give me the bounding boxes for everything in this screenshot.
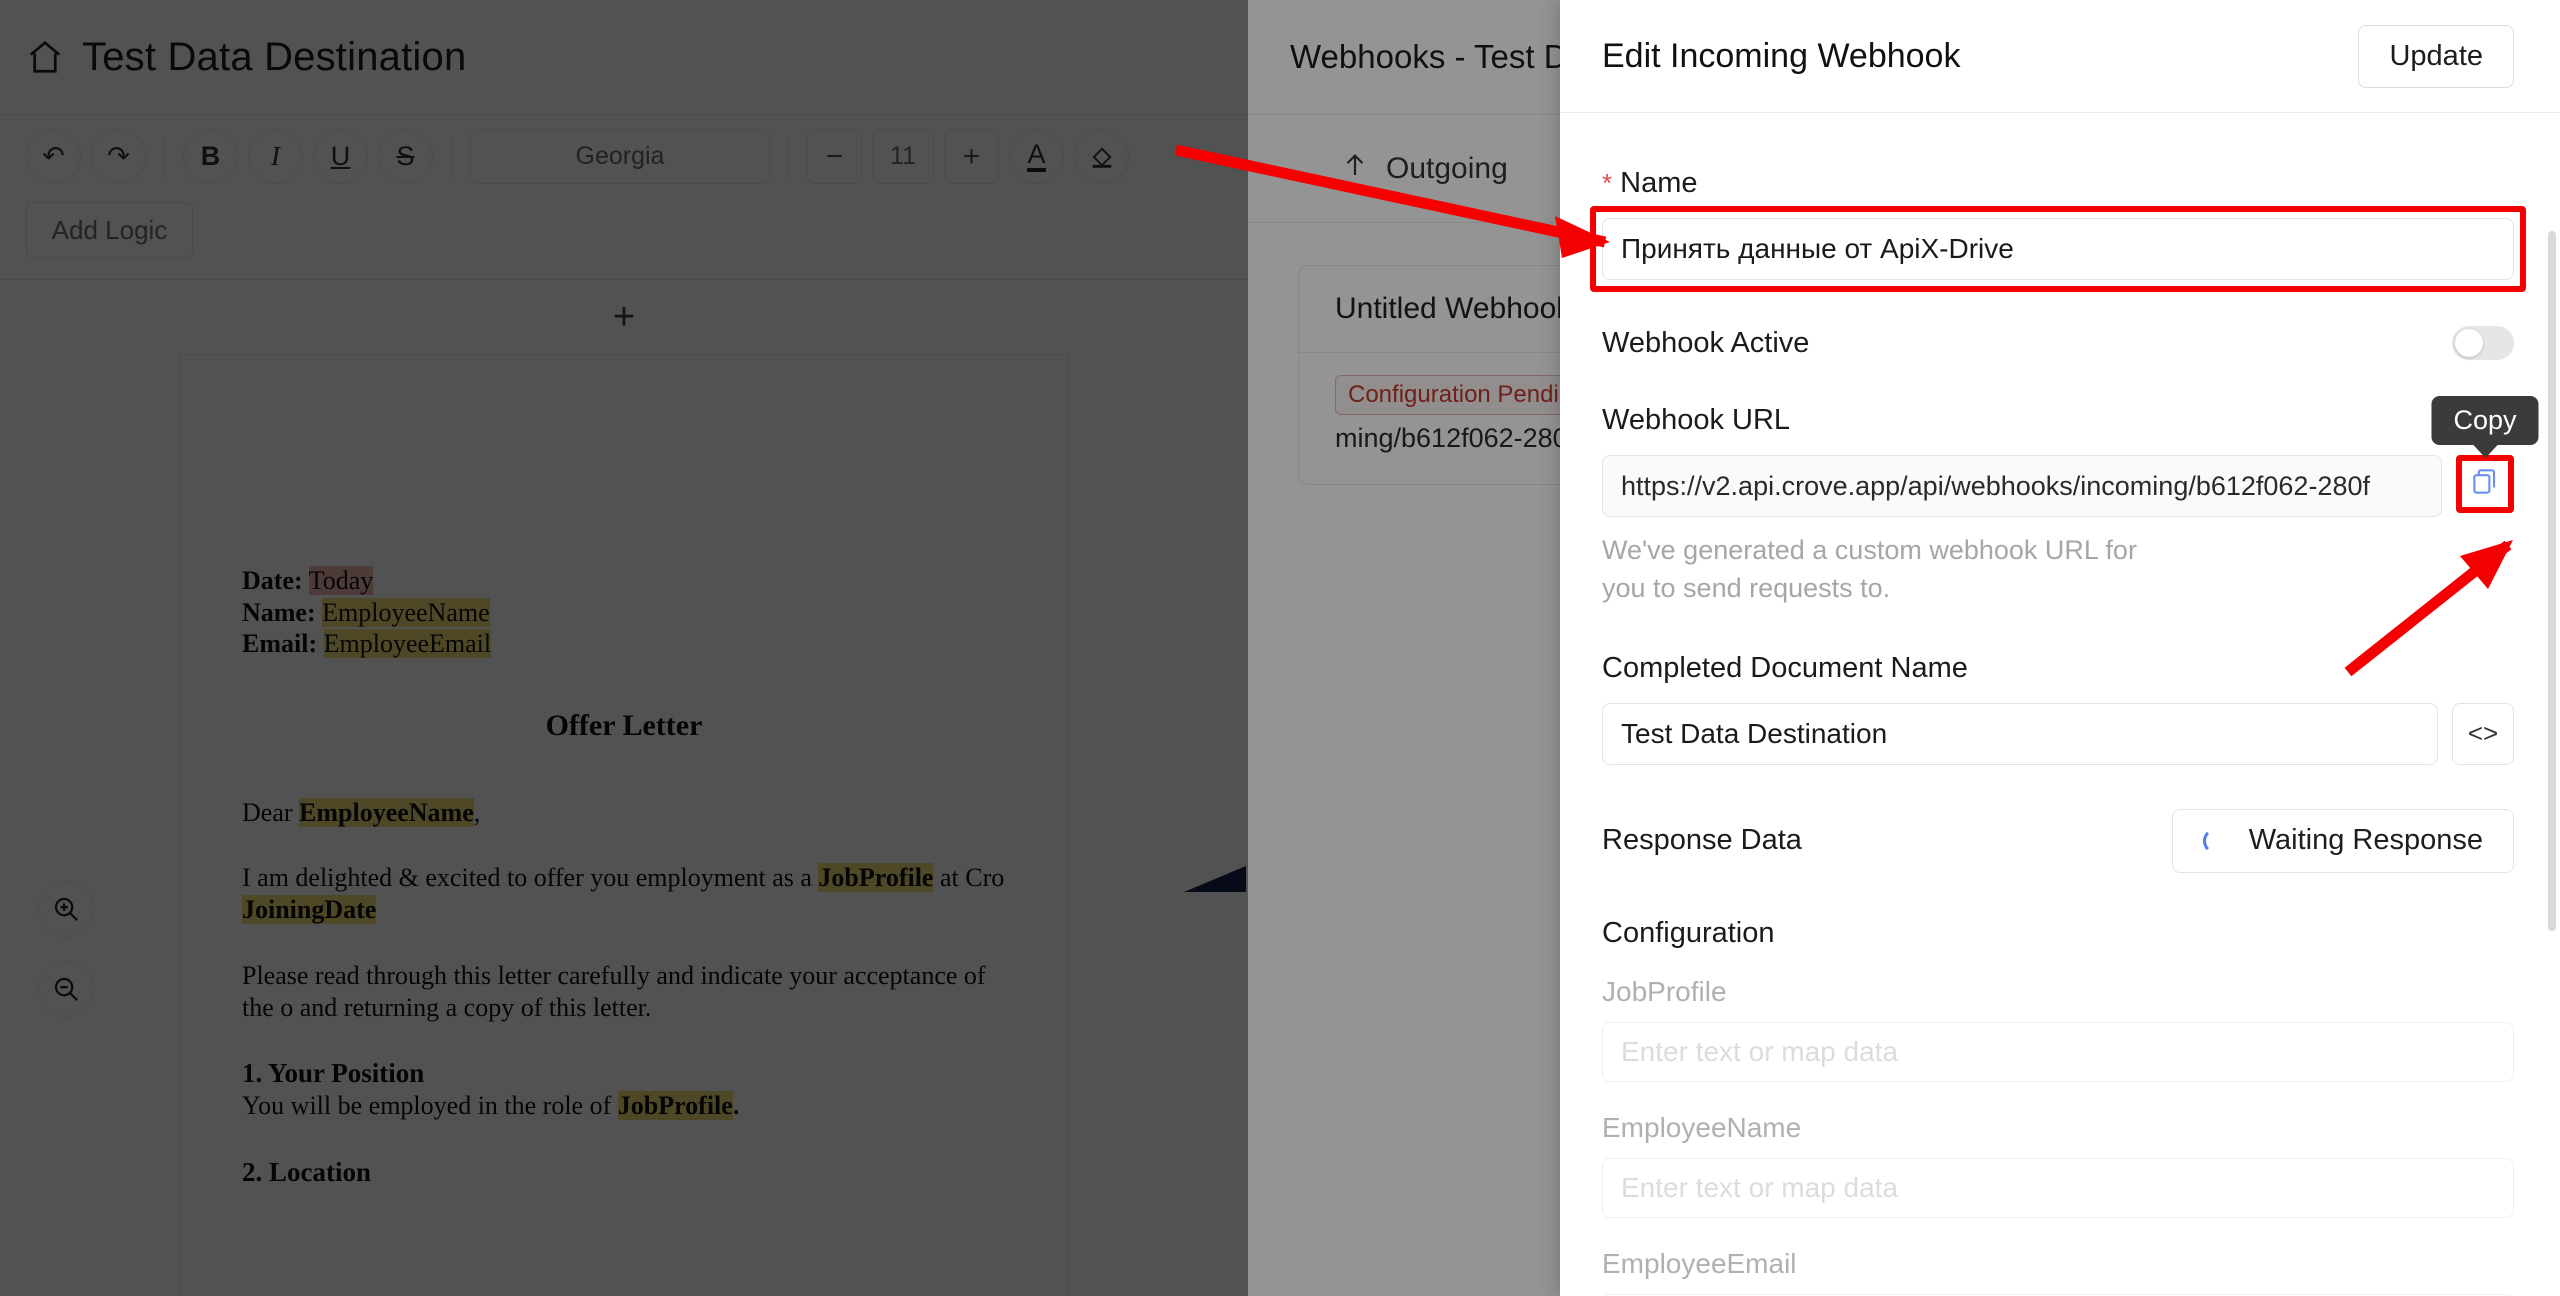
document-page[interactable]: Date: Today Name: EmployeeName Email: Em… [179, 354, 1069, 1296]
add-logic-button[interactable]: Add Logic [26, 202, 193, 258]
copy-tooltip: Copy [2431, 396, 2539, 445]
font-size-value[interactable]: 11 [872, 129, 934, 184]
toolbar-divider [451, 136, 452, 177]
config-label-jobprofile: JobProfile [1602, 975, 1727, 1007]
toolbar-divider [788, 136, 789, 177]
required-asterisk: * [1602, 168, 1613, 198]
webhook-url-value[interactable]: https://v2.api.crove.app/api/webhooks/in… [1602, 455, 2442, 517]
webhook-url-label: Webhook URL [1602, 404, 1791, 436]
email-label: Email: [242, 629, 318, 659]
edit-panel-header: Edit Incoming Webhook Update [1560, 0, 2560, 113]
webhook-url-row: https://v2.api.crove.app/api/webhooks/in… [1602, 396, 2539, 517]
toggle-knob [2455, 329, 2483, 357]
arrow-up-icon [1340, 150, 1370, 188]
name-label-text: Name [1620, 167, 1698, 199]
strikethrough-button[interactable]: S [378, 129, 433, 184]
webhook-active-row: Webhook Active [1602, 326, 2514, 360]
section-2-heading: 2. Location [242, 1157, 372, 1187]
greeting-prefix: Dear [242, 797, 300, 827]
doc-meta-email: Email: EmployeeEmail [242, 628, 1006, 660]
zoom-in-icon[interactable] [38, 881, 94, 937]
configuration-heading: Configuration [1602, 916, 1775, 949]
greeting-suffix: , [473, 797, 481, 827]
para1-token-jobprofile: JobProfile [818, 863, 934, 893]
waiting-response-label: Waiting Response [2248, 824, 2483, 857]
section-1-heading: 1. Your Position [242, 1058, 425, 1089]
name-input[interactable] [1602, 218, 2514, 280]
sec1-text-b: . [732, 1091, 740, 1121]
zoom-controls [38, 881, 94, 1041]
add-block-button[interactable]: + [0, 280, 1248, 354]
fill-color-icon[interactable] [1074, 129, 1129, 184]
completed-document-name-label: Completed Document Name [1602, 651, 1968, 684]
sec1-token-jobprofile: JobProfile [617, 1091, 733, 1121]
name-label: Name: [242, 597, 316, 627]
para1-token-joiningdate: JoiningDate [242, 895, 377, 925]
edit-panel-title: Edit Incoming Webhook [1602, 36, 1961, 75]
waiting-response-button[interactable]: Waiting Response [2171, 808, 2514, 873]
copy-button[interactable]: Copy [2431, 396, 2539, 513]
status-badge: Configuration Pending [1335, 375, 1599, 415]
editor-header: Test Data Destination [0, 0, 1248, 115]
document-editor-pane: Test Data Destination ↶ ↷ B I U S Georgi… [0, 0, 1248, 1296]
tab-outgoing[interactable]: Outgoing [1340, 150, 1508, 188]
name-field-wrapper [1590, 206, 2526, 292]
font-size-decrease-button[interactable]: − [807, 129, 862, 184]
toolbar-divider [164, 136, 165, 177]
screen-root: Test Data Destination ↶ ↷ B I U S Georgi… [0, 0, 2560, 1296]
font-size-increase-button[interactable]: + [944, 129, 999, 184]
completed-document-name-input[interactable] [1602, 702, 2438, 765]
section-1-text: You will be employed in the role of JobP… [242, 1090, 1006, 1122]
font-family-select[interactable]: Georgia [470, 129, 770, 184]
panel-scrollbar[interactable] [2548, 231, 2556, 931]
text-color-button[interactable]: A [1009, 129, 1064, 184]
doc-meta-name: Name: EmployeeName [242, 597, 1006, 629]
edit-panel-body: *Name Webhook Active Webhook URL https:/… [1560, 113, 2560, 1296]
letter-paragraph-2: Please read through this letter carefull… [242, 960, 986, 1022]
redo-icon[interactable]: ↷ [91, 129, 146, 184]
home-icon[interactable] [26, 38, 64, 76]
italic-button[interactable]: I [248, 129, 303, 184]
config-label-employeename: EmployeeName [1602, 1111, 1802, 1143]
webhook-url-help-text: We've generated a custom webhook URL for… [1602, 535, 2137, 604]
bold-button[interactable]: B [183, 129, 238, 184]
email-token: EmployeeEmail [323, 629, 492, 659]
page-title: Test Data Destination [82, 34, 467, 79]
greeting-token: EmployeeName [299, 797, 474, 827]
config-label-employeeemail: EmployeeEmail [1602, 1247, 1797, 1279]
date-label: Date: [242, 566, 303, 595]
copy-icon [2470, 467, 2500, 502]
config-input-employeename[interactable] [1602, 1157, 2514, 1218]
webhook-active-toggle[interactable] [2452, 326, 2514, 360]
document-canvas: + Date: Today Name: EmployeeName Email: … [0, 280, 1248, 1296]
response-data-label: Response Data [1602, 824, 1802, 857]
para1-text-b: at Cro [933, 863, 1005, 893]
sec1-text-a: You will be employed in the role of [242, 1091, 618, 1121]
tab-outgoing-label: Outgoing [1386, 151, 1508, 185]
spinner-icon [2202, 827, 2229, 854]
code-brackets-icon[interactable]: <> [2452, 702, 2514, 765]
config-input-jobprofile[interactable] [1602, 1021, 2514, 1082]
date-token: Today [308, 566, 374, 595]
webhook-active-label: Webhook Active [1602, 326, 1810, 359]
update-button[interactable]: Update [2358, 24, 2514, 88]
zoom-out-icon[interactable] [38, 961, 94, 1017]
letter-greeting: Dear EmployeeName, [242, 797, 1006, 829]
para1-text-a: I am delighted & excited to offer you em… [242, 863, 819, 893]
decorative-wedge [1184, 866, 1246, 892]
doc-meta-date: Date: Today [242, 565, 1006, 597]
response-data-row: Response Data Waiting Response [1602, 808, 2514, 873]
completed-document-row: <> [1602, 702, 2514, 765]
name-token: EmployeeName [322, 597, 490, 627]
webhooks-title: Webhooks - Test Da [1290, 38, 1586, 75]
name-label: * Name [1602, 167, 2514, 200]
edit-incoming-webhook-panel: Edit Incoming Webhook Update *Name Webho… [1560, 0, 2560, 1296]
formatting-toolbar: ↶ ↷ B I U S Georgia − 11 + A Add Logic [0, 115, 1248, 280]
underline-button[interactable]: U [313, 129, 368, 184]
undo-icon[interactable]: ↶ [26, 129, 81, 184]
letter-title: Offer Letter [545, 709, 703, 743]
text-color-letter: A [1027, 141, 1046, 172]
letter-paragraph-1: I am delighted & excited to offer you em… [242, 862, 1006, 925]
